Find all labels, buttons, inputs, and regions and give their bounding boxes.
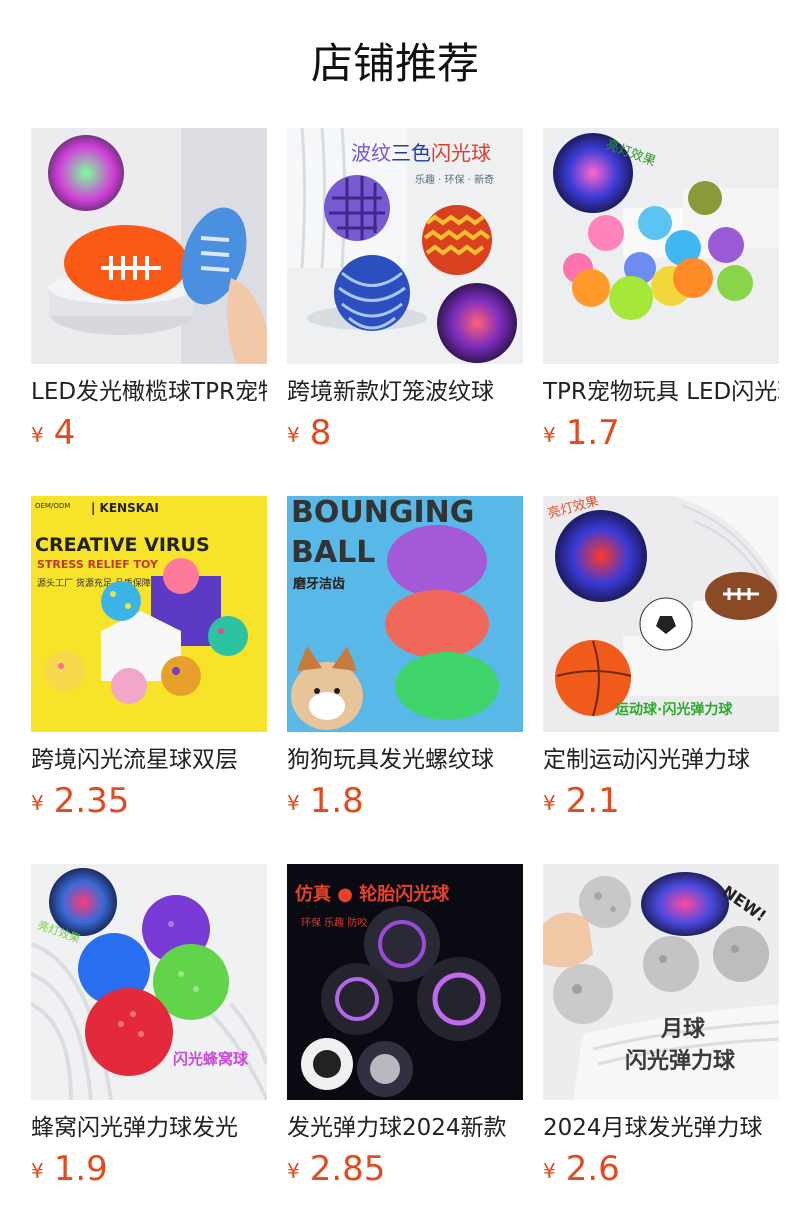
- currency-symbol: ¥: [31, 791, 44, 815]
- image-headline: 波纹三色闪光球: [351, 141, 491, 165]
- price-value: 4: [53, 413, 76, 453]
- product-card[interactable]: NEW! 月球 闪光弹力球 2024月球发光弹力球 ¥2.6: [543, 864, 779, 1195]
- image-caption: 闪光蜂窝球: [173, 1050, 249, 1068]
- product-price: ¥2.1: [543, 781, 779, 827]
- bouncing-ball-dog-photo: BOUNGING BALL 磨牙洁齿: [287, 496, 523, 732]
- product-name[interactable]: 跨境闪光流星球双层: [31, 745, 267, 775]
- product-price: ¥8: [287, 413, 523, 459]
- price-value: 2.85: [309, 1149, 386, 1189]
- spiky-flash-balls-photo: 亮灯效果: [543, 128, 779, 364]
- image-brand: | KENSKAI: [91, 501, 159, 515]
- price-value: 1.8: [309, 781, 364, 821]
- product-card[interactable]: 亮灯效果 运动球·闪光弹力球 定制运动闪光弹力球 ¥2.1: [543, 496, 779, 827]
- product-image-wave-balls[interactable]: 波纹三色闪光球 乐趣 · 环保 · 新奇: [287, 128, 523, 364]
- product-card[interactable]: 仿真 ● 轮胎闪光球 环保 乐趣 防咬 发光弹力球2024新款 ¥2.85: [287, 864, 523, 1195]
- product-card[interactable]: LED发光橄榄球TPR宠物玩具 ¥4: [31, 128, 267, 459]
- image-tagline: 环保 乐趣 防咬: [301, 916, 367, 929]
- moon-flash-balls-photo: NEW! 月球 闪光弹力球: [543, 864, 779, 1100]
- product-image-honeycomb-balls[interactable]: 亮灯效果 闪光蜂窝球: [31, 864, 267, 1100]
- product-name[interactable]: 跨境新款灯笼波纹球: [287, 377, 523, 407]
- price-value: 2.1: [565, 781, 620, 821]
- product-image-moon-balls[interactable]: NEW! 月球 闪光弹力球: [543, 864, 779, 1100]
- product-card[interactable]: BOUNGING BALL 磨牙洁齿 狗狗玩具发光螺纹球 ¥1.8: [287, 496, 523, 827]
- currency-symbol: ¥: [543, 423, 556, 447]
- currency-symbol: ¥: [31, 1159, 44, 1183]
- price-value: 2.6: [565, 1149, 620, 1189]
- image-headline: 仿真 ● 轮胎闪光球: [295, 883, 450, 905]
- price-value: 1.7: [565, 413, 620, 453]
- product-name[interactable]: TPR宠物玩具 LED闪光球: [543, 377, 779, 407]
- product-image-rugby[interactable]: [31, 128, 267, 364]
- image-tagline: 乐趣 · 环保 · 新奇: [415, 173, 494, 186]
- product-price: ¥1.9: [31, 1149, 267, 1195]
- price-value: 1.9: [53, 1149, 108, 1189]
- three-color-flash-balls-photo: 波纹三色闪光球 乐趣 · 环保 · 新奇: [287, 128, 523, 364]
- product-name[interactable]: 发光弹力球2024新款: [287, 1113, 523, 1143]
- currency-symbol: ¥: [543, 791, 556, 815]
- image-headline-2: BALL: [291, 535, 375, 570]
- product-card[interactable]: 亮灯效果 TPR宠物玩具 LED闪光球 ¥1.7: [543, 128, 779, 459]
- product-price: ¥2.35: [31, 781, 267, 827]
- product-price: ¥2.85: [287, 1149, 523, 1195]
- product-card[interactable]: 波纹三色闪光球 乐趣 · 环保 · 新奇 跨境新款灯笼波纹球 ¥8: [287, 128, 523, 459]
- section-title: 店铺推荐: [310, 39, 479, 88]
- product-card[interactable]: 亮灯效果 闪光蜂窝球 蜂窝闪光弹力球发光 ¥1.9: [31, 864, 267, 1195]
- product-image-sport-balls[interactable]: 亮灯效果 运动球·闪光弹力球: [543, 496, 779, 732]
- product-image-bouncing-ball[interactable]: BOUNGING BALL 磨牙洁齿: [287, 496, 523, 732]
- product-name[interactable]: 2024月球发光弹力球: [543, 1113, 779, 1143]
- currency-symbol: ¥: [543, 1159, 556, 1183]
- product-image-virus-balls[interactable]: OEM/ODM | KENSKAI CREATIVE VIRUS STRESS …: [31, 496, 267, 732]
- glowing-rugby-balls-photo: [31, 128, 267, 364]
- product-image-spiky-balls[interactable]: 亮灯效果: [543, 128, 779, 364]
- image-caption-1: 月球: [660, 1017, 706, 1042]
- image-headline: CREATIVE VIRUS: [35, 534, 210, 556]
- product-price: ¥2.6: [543, 1149, 779, 1195]
- honeycomb-flash-balls-photo: 亮灯效果 闪光蜂窝球: [31, 864, 267, 1100]
- virus-stress-balls-photo: OEM/ODM | KENSKAI CREATIVE VIRUS STRESS …: [31, 496, 267, 732]
- image-caption-2: 闪光弹力球: [625, 1049, 736, 1074]
- image-subheadline: STRESS RELIEF TOY: [37, 558, 159, 571]
- image-brand-note: OEM/ODM: [35, 502, 70, 510]
- tire-flash-balls-photo: 仿真 ● 轮胎闪光球 环保 乐趣 防咬: [287, 864, 523, 1100]
- currency-symbol: ¥: [287, 1159, 300, 1183]
- image-subheadline: 磨牙洁齿: [293, 576, 345, 592]
- product-name[interactable]: LED发光橄榄球TPR宠物玩具: [31, 377, 267, 407]
- product-image-tire-balls[interactable]: 仿真 ● 轮胎闪光球 环保 乐趣 防咬: [287, 864, 523, 1100]
- sport-flash-balls-photo: 亮灯效果 运动球·闪光弹力球: [543, 496, 779, 732]
- currency-symbol: ¥: [287, 791, 300, 815]
- product-price: ¥1.8: [287, 781, 523, 827]
- image-headline-1: BOUNGING: [291, 496, 474, 530]
- product-name[interactable]: 蜂窝闪光弹力球发光: [31, 1113, 267, 1143]
- image-caption: 运动球·闪光弹力球: [615, 701, 733, 718]
- product-card[interactable]: OEM/ODM | KENSKAI CREATIVE VIRUS STRESS …: [31, 496, 267, 827]
- product-name[interactable]: 狗狗玩具发光螺纹球: [287, 745, 523, 775]
- price-value: 8: [309, 413, 332, 453]
- price-value: 2.35: [53, 781, 130, 821]
- product-name[interactable]: 定制运动闪光弹力球: [543, 745, 779, 775]
- currency-symbol: ¥: [287, 423, 300, 447]
- currency-symbol: ¥: [31, 423, 44, 447]
- product-price: ¥4: [31, 413, 267, 459]
- product-price: ¥1.7: [543, 413, 779, 459]
